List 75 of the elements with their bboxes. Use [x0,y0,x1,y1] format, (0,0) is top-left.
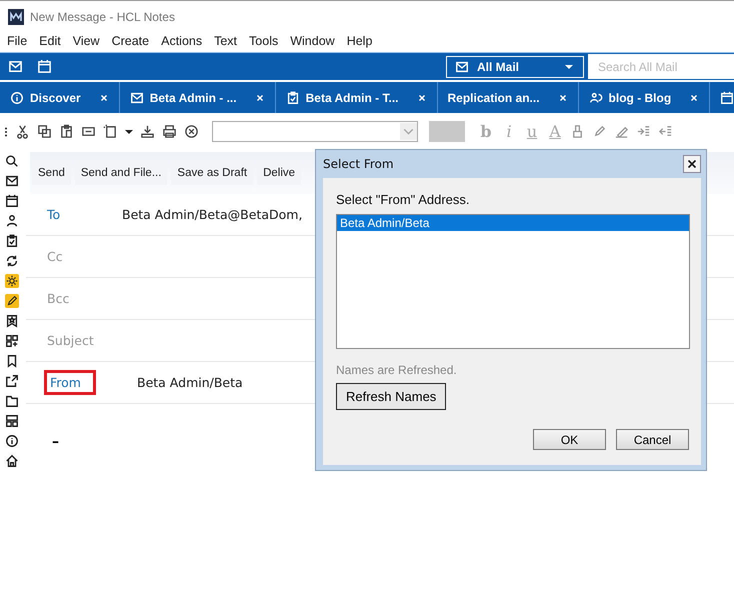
body-text: – [52,434,59,450]
home-icon[interactable] [5,454,19,468]
list-item[interactable]: Beta Admin/Beta [337,215,689,231]
field-label: Cc [46,248,64,266]
cut-icon[interactable] [15,124,30,139]
apps-icon[interactable] [5,334,19,348]
starbook-icon[interactable] [5,314,19,328]
menu-item[interactable]: Actions [161,34,202,48]
layout-icon[interactable] [5,414,19,428]
menu-item[interactable]: Create [112,34,150,48]
paste-icon[interactable] [59,124,74,139]
person-icon[interactable] [5,214,19,228]
folder-icon[interactable] [5,394,19,408]
close-icon[interactable] [416,92,427,102]
menu-item[interactable]: Edit [39,34,61,48]
calendar-icon[interactable] [5,194,19,208]
info-icon[interactable] [5,434,19,448]
search-field[interactable]: Search All Mail [588,54,734,79]
caret-icon [565,64,573,68]
refresh-button[interactable]: Refresh Names [336,383,446,410]
mail-icon [455,60,469,74]
highlighter-icon[interactable] [614,124,629,139]
external-icon[interactable] [5,374,19,388]
field-label[interactable]: To [44,205,122,224]
tab[interactable]: Discover [0,82,120,113]
search-icon[interactable] [5,154,19,168]
bookmark-icon[interactable] [5,354,19,368]
info-icon [10,90,24,104]
close-icon [685,157,699,171]
caret-icon[interactable] [125,130,133,134]
prompt-text: Select "From" Address. [336,192,470,207]
app-logo-icon [8,8,24,24]
menu-item[interactable]: Window [290,34,335,48]
grip-icon[interactable] [4,124,8,138]
tab[interactable]: blog - Blog [578,82,710,113]
cancel-icon[interactable] [184,124,199,139]
pencil-icon[interactable] [5,294,19,308]
close-icon[interactable] [254,92,265,102]
menu-item[interactable]: File [7,34,28,48]
print-icon[interactable] [162,124,177,139]
field-value[interactable]: Beta Admin/Beta@BetaDom, [122,207,302,222]
tab[interactable]: Beta Admin - T... [276,82,438,113]
tab[interactable]: Beta Admin - ... [120,82,276,113]
calendar-icon [720,90,734,104]
menu-item[interactable]: View [72,34,100,48]
clipboard-icon [286,90,300,104]
ok-button[interactable]: OK [533,429,606,450]
mail-icon[interactable] [8,59,23,74]
field-label[interactable]: From [44,370,96,395]
field-label: Bcc [46,290,70,308]
menu-item[interactable]: Tools [249,34,278,48]
window-title: New Message - HCL Notes [30,10,175,24]
menu-item[interactable]: Help [346,34,372,48]
sync-icon[interactable] [5,254,19,268]
clipboard-icon[interactable] [5,234,19,248]
newdoc-icon[interactable] [103,124,118,139]
close-button[interactable] [683,155,701,173]
dialog-title: Select From [323,157,394,171]
field-value[interactable]: Beta Admin/Beta [137,375,243,390]
field-label: Subject [46,332,95,350]
menu-item[interactable]: Text [214,34,238,48]
close-icon[interactable] [558,92,568,102]
mail-icon[interactable] [5,174,19,188]
indent-icon[interactable] [636,124,651,139]
download-icon[interactable] [140,124,155,139]
scope-dropdown[interactable]: All Mail [446,56,584,78]
close-icon[interactable] [689,92,700,102]
cancel-button[interactable]: Cancel [616,429,689,450]
outdent-icon[interactable] [658,124,673,139]
status-text: Names are Refreshed. [336,363,457,377]
tab[interactable]: Replication an... [438,82,579,113]
mail-icon [130,90,144,104]
people-icon [588,90,603,104]
close-icon[interactable] [98,92,109,102]
copy-icon[interactable] [37,124,52,139]
